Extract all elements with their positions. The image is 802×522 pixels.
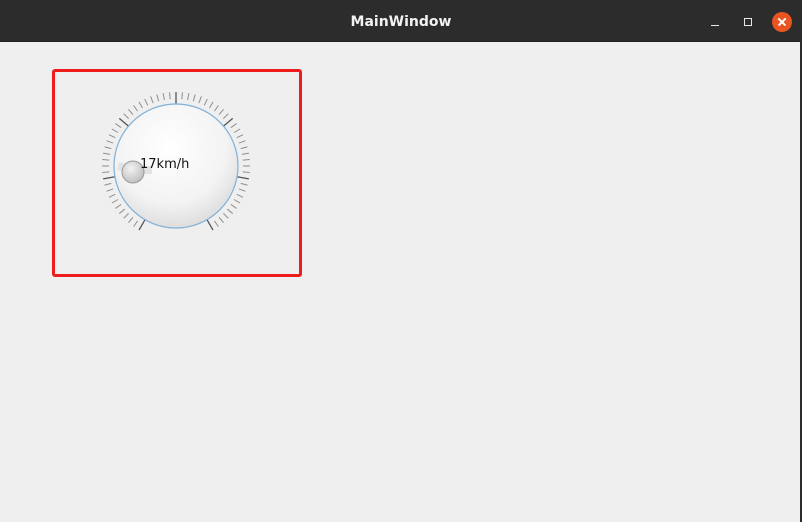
minimize-icon[interactable]	[705, 12, 725, 32]
close-icon[interactable]	[772, 12, 792, 32]
dial-tick	[203, 98, 208, 106]
dial-tick	[181, 92, 183, 100]
dial-tick	[223, 117, 234, 127]
dial-tick	[118, 208, 126, 214]
dial-tick	[108, 193, 116, 198]
dial-tick	[106, 188, 114, 192]
dial-tick	[198, 96, 202, 104]
window-title: MainWindow	[350, 14, 452, 30]
dial-tick	[111, 199, 119, 204]
dial-tick	[128, 216, 134, 224]
dial-tick	[156, 94, 160, 102]
dial-tick	[209, 101, 214, 109]
dial-tick	[115, 204, 122, 209]
dial-tick	[223, 213, 229, 219]
speed-value-label: 17km/h	[140, 157, 190, 172]
dial-tick	[238, 140, 246, 144]
dial-tick	[238, 188, 246, 192]
dial-tick	[240, 146, 248, 150]
dial-tick	[192, 94, 196, 102]
dial-tick	[123, 213, 129, 219]
dial-tick	[133, 220, 138, 227]
dial-tick	[240, 182, 248, 186]
dial-tick	[123, 113, 129, 119]
dial-tick	[206, 219, 214, 231]
dial-tick	[103, 152, 111, 155]
dial-tick	[233, 199, 241, 204]
dial-tick	[214, 220, 219, 227]
dial-tick	[218, 108, 224, 116]
dial-tick	[138, 101, 143, 109]
dial-tick	[162, 93, 165, 101]
dial-tick	[106, 140, 114, 144]
dial-tick	[115, 123, 122, 128]
dial-tick	[104, 182, 112, 186]
dial-tick	[242, 171, 250, 173]
dial-tick	[230, 204, 237, 209]
dial-tick	[118, 117, 129, 127]
maximize-icon[interactable]	[738, 12, 758, 32]
dial-tick	[236, 176, 249, 180]
dial-tick	[133, 105, 138, 112]
dial-tick	[242, 159, 250, 161]
dial-tick	[187, 93, 190, 101]
dial-tick	[144, 98, 149, 106]
dial-tick	[150, 96, 154, 104]
dial-tick	[214, 105, 219, 112]
main-window: MainWindow 17km/h	[0, 0, 802, 522]
title-bar[interactable]: MainWindow	[0, 0, 802, 42]
dial-tick	[218, 216, 224, 224]
dial-tick	[111, 128, 119, 133]
dial-tick	[223, 113, 229, 119]
dial-tick	[236, 193, 244, 198]
dial-tick	[138, 219, 146, 231]
dial-tick	[233, 128, 241, 133]
dial-tick	[103, 176, 116, 180]
dial-tick	[241, 152, 249, 155]
dial-tick	[236, 134, 244, 139]
dial-tick	[169, 92, 171, 100]
dial-tick	[102, 171, 110, 173]
dial-tick	[226, 208, 234, 214]
dial-tick	[128, 108, 134, 116]
dial-tick	[104, 146, 112, 150]
dial-tick	[102, 159, 110, 161]
dial-tick	[230, 123, 237, 128]
dial-tick	[108, 134, 116, 139]
